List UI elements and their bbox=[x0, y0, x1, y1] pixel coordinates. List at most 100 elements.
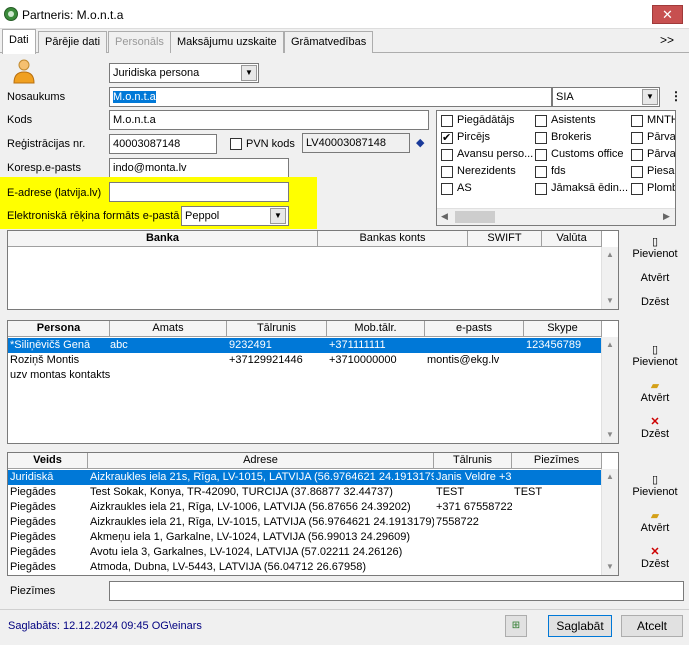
export-icon[interactable]: ⊞ bbox=[505, 615, 527, 637]
person-delete-button[interactable]: ✕ Dzēst bbox=[626, 416, 684, 440]
table-cell: *Siliņēvičš Genā bbox=[10, 339, 91, 351]
checkbox-box[interactable] bbox=[631, 166, 643, 178]
tab-maksajumu-uzskaite[interactable]: Maksājumu uzskaite bbox=[170, 31, 284, 53]
mobile-header[interactable]: Mob.tālr. bbox=[327, 321, 425, 337]
footer-divider bbox=[0, 609, 689, 610]
vertical-scrollbar[interactable]: ▲ ▼ bbox=[601, 469, 618, 575]
einvoice-format-label: Elektroniskā rēķina formāts e-pastā bbox=[7, 210, 180, 222]
person-add-button[interactable]: ▯ Pievienot bbox=[626, 344, 684, 368]
vertical-scrollbar[interactable]: ▲ ▼ bbox=[601, 337, 618, 443]
table-row[interactable]: Piegādes Test Sokak, Konya, TR-42090, TUR… bbox=[8, 485, 602, 500]
close-button[interactable]: ✕ bbox=[652, 5, 683, 24]
checkbox-box[interactable] bbox=[535, 183, 547, 195]
checkbox-box[interactable] bbox=[441, 149, 453, 161]
phone-header[interactable]: Tālrunis bbox=[227, 321, 327, 337]
bank-add-button[interactable]: ▯ Pievienot bbox=[626, 236, 684, 260]
new-document-icon: ▯ bbox=[651, 236, 659, 248]
tab-parejie-dati[interactable]: Pārējie dati bbox=[38, 31, 108, 53]
checkbox-box[interactable] bbox=[535, 166, 547, 178]
chevron-down-icon[interactable]: ▼ bbox=[642, 89, 658, 105]
checkbox-label: Piesai bbox=[647, 165, 676, 177]
scroll-up-icon[interactable]: ▲ bbox=[602, 247, 618, 263]
checkbox-box[interactable] bbox=[441, 131, 453, 144]
table-row[interactable]: Piegādes Atmoda, Dubna, LV-5443, LATVIJA … bbox=[8, 560, 602, 575]
koresp-email-input[interactable]: indo@monta.lv bbox=[109, 158, 289, 178]
new-document-icon: ▯ bbox=[651, 344, 659, 356]
table-row[interactable]: Piegādes Avotu iela 3, Garkalnes, LV-1024… bbox=[8, 545, 602, 560]
person-header[interactable]: Persona bbox=[8, 321, 110, 337]
table-row[interactable]: Piegādes Aizkraukles iela 21, Rīga, LV-10… bbox=[8, 515, 602, 530]
code-input[interactable]: M.o.n.t.a bbox=[109, 110, 429, 130]
notes-input[interactable] bbox=[109, 581, 684, 601]
window-title: Partneris: M.o.n.t.a bbox=[22, 8, 124, 22]
address-add-button[interactable]: ▯ Pievienot bbox=[626, 474, 684, 498]
partner-type-select[interactable]: Juridiska persona bbox=[109, 63, 259, 83]
account-header[interactable]: Bankas konts bbox=[318, 231, 468, 247]
table-row[interactable]: Juridiskā Aizkraukles iela 21s, Rīga, LV-… bbox=[8, 470, 602, 485]
table-row[interactable]: Piegādes Akmeņu iela 1, Garkalne, LV-1024… bbox=[8, 530, 602, 545]
more-vert-icon[interactable]: ⋮ bbox=[670, 89, 682, 103]
address-grid[interactable]: Veids Adrese Tālrunis Piezīmes Juridiskā… bbox=[7, 452, 619, 576]
pvn-checkbox[interactable] bbox=[230, 138, 242, 150]
tab-dati[interactable]: Dati bbox=[2, 29, 36, 54]
table-row[interactable]: *Siliņēvičš Genā abc 9232491 +371111111 1234… bbox=[8, 338, 602, 353]
notes-header[interactable]: Piezīmes bbox=[512, 453, 602, 469]
bank-grid[interactable]: Banka Bankas konts SWIFT Valūta ▲ ▼ bbox=[7, 230, 619, 310]
reg-number-input[interactable]: 40003087148 bbox=[109, 134, 217, 154]
table-row[interactable]: Piegādes Aizkraukles iela 21, Rīga, LV-10… bbox=[8, 500, 602, 515]
chevron-down-icon[interactable]: ▼ bbox=[270, 208, 286, 224]
down-arrow-icon[interactable]: ◆ bbox=[416, 136, 424, 149]
currency-header[interactable]: Valūta bbox=[542, 231, 602, 247]
checkbox-box[interactable] bbox=[441, 183, 453, 195]
scroll-up-icon[interactable]: ▲ bbox=[602, 469, 618, 485]
position-header[interactable]: Amats bbox=[110, 321, 227, 337]
person-grid[interactable]: Persona Amats Tālrunis Mob.tālr. e-pasts… bbox=[7, 320, 619, 444]
scroll-down-icon[interactable]: ▼ bbox=[602, 559, 618, 575]
scroll-right-icon[interactable]: ▶ bbox=[663, 211, 670, 222]
checkbox-box[interactable] bbox=[535, 149, 547, 161]
horizontal-scrollbar[interactable]: ◀ ▶ bbox=[437, 208, 675, 225]
checkbox-box[interactable] bbox=[631, 183, 643, 195]
chevron-down-icon[interactable]: ▼ bbox=[241, 65, 257, 81]
checkbox-box[interactable] bbox=[631, 149, 643, 161]
eadrese-input[interactable] bbox=[109, 182, 289, 202]
swift-header[interactable]: SWIFT bbox=[468, 231, 542, 247]
checkbox-box[interactable] bbox=[441, 115, 453, 127]
email-header[interactable]: e-pasts bbox=[425, 321, 524, 337]
tabs-more-button[interactable]: >> bbox=[660, 33, 674, 47]
bank-delete-button[interactable]: Dzēst bbox=[626, 296, 684, 308]
koresp-email-label: Koresp.e-pasts bbox=[7, 162, 81, 174]
checkbox-box[interactable] bbox=[535, 132, 547, 144]
checkbox-label: MNTH bbox=[647, 114, 676, 126]
vertical-scrollbar[interactable]: ▲ ▼ bbox=[601, 247, 618, 309]
address-delete-button[interactable]: ✕ Dzēst bbox=[626, 546, 684, 570]
scroll-up-icon[interactable]: ▲ bbox=[602, 337, 618, 353]
checkbox-box[interactable] bbox=[631, 132, 643, 144]
checkbox-label: Avansu perso... bbox=[457, 148, 534, 160]
type-header[interactable]: Veids bbox=[8, 453, 88, 469]
name-input[interactable]: M.o.n.t.a bbox=[109, 87, 552, 107]
phone-header[interactable]: Tālrunis bbox=[434, 453, 512, 469]
checkbox-box[interactable] bbox=[535, 115, 547, 127]
save-button[interactable]: Saglabāt bbox=[548, 615, 612, 637]
tab-gramatvedibas[interactable]: Grāmatvedības bbox=[284, 31, 374, 53]
pvn-code-input[interactable]: LV40003087148 bbox=[302, 133, 410, 153]
scroll-down-icon[interactable]: ▼ bbox=[602, 293, 618, 309]
scroll-left-icon[interactable]: ◀ bbox=[441, 211, 448, 222]
checkbox-box[interactable] bbox=[441, 166, 453, 178]
skype-header[interactable]: Skype bbox=[524, 321, 602, 337]
eadrese-label: E-adrese (latvija.lv) bbox=[7, 187, 102, 199]
table-row[interactable]: uzv montas kontakts bbox=[8, 368, 602, 383]
scroll-thumb[interactable] bbox=[455, 211, 495, 223]
table-cell: Piegādes bbox=[10, 501, 56, 513]
scroll-down-icon[interactable]: ▼ bbox=[602, 427, 618, 443]
table-row[interactable]: Roziņš Montis +37129921446 +3710000000 mont… bbox=[8, 353, 602, 368]
address-open-button[interactable]: ▰ Atvērt bbox=[626, 510, 684, 534]
cancel-button[interactable]: Atcelt bbox=[621, 615, 683, 637]
bank-header[interactable]: Banka bbox=[8, 231, 318, 247]
table-cell: Aizkraukles iela 21, Rīga, LV-1006, LATV… bbox=[90, 501, 411, 513]
bank-open-button[interactable]: Atvērt bbox=[626, 272, 684, 284]
address-header[interactable]: Adrese bbox=[88, 453, 434, 469]
person-open-button[interactable]: ▰ Atvērt bbox=[626, 380, 684, 404]
checkbox-box[interactable] bbox=[631, 115, 643, 127]
